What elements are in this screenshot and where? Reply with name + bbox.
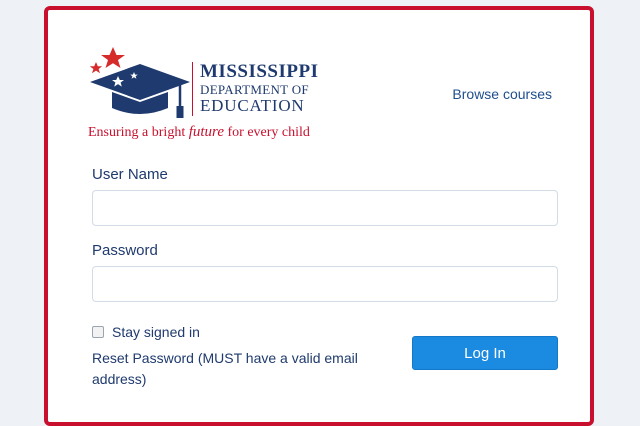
password-input[interactable]: [92, 266, 558, 302]
logo-line-mississippi: MISSISSIPPI: [200, 61, 319, 82]
tagline-prefix: Ensuring a bright: [88, 125, 189, 140]
mde-logo: MISSISSIPPI DEPARTMENT OF EDUCATION Ensu…: [88, 44, 358, 141]
username-label: User Name: [92, 166, 168, 183]
tagline-future: future: [188, 124, 224, 140]
logo-wordmark: MISSISSIPPI DEPARTMENT OF EDUCATION: [200, 62, 319, 114]
stay-signed-in-label[interactable]: Stay signed in: [112, 324, 200, 340]
logo-divider: [192, 62, 193, 116]
stay-signed-in-checkbox[interactable]: [92, 326, 104, 338]
login-button[interactable]: Log In: [412, 336, 558, 370]
logo-tagline: Ensuring a bright future for every child: [88, 124, 310, 141]
graduation-cap-with-stars-icon: [89, 47, 190, 118]
logo-line-department: DEPARTMENT OF: [200, 82, 309, 97]
username-input[interactable]: [92, 190, 558, 226]
browse-courses-link[interactable]: Browse courses: [452, 86, 552, 102]
reset-password-link[interactable]: Reset Password (MUST have a valid email …: [92, 348, 392, 390]
tagline-suffix: for every child: [224, 125, 310, 140]
login-card: MISSISSIPPI DEPARTMENT OF EDUCATION Ensu…: [44, 6, 594, 426]
password-label: Password: [92, 242, 158, 259]
stay-signed-in-row: Stay signed in: [92, 324, 200, 340]
logo-line-education: EDUCATION: [200, 96, 305, 115]
